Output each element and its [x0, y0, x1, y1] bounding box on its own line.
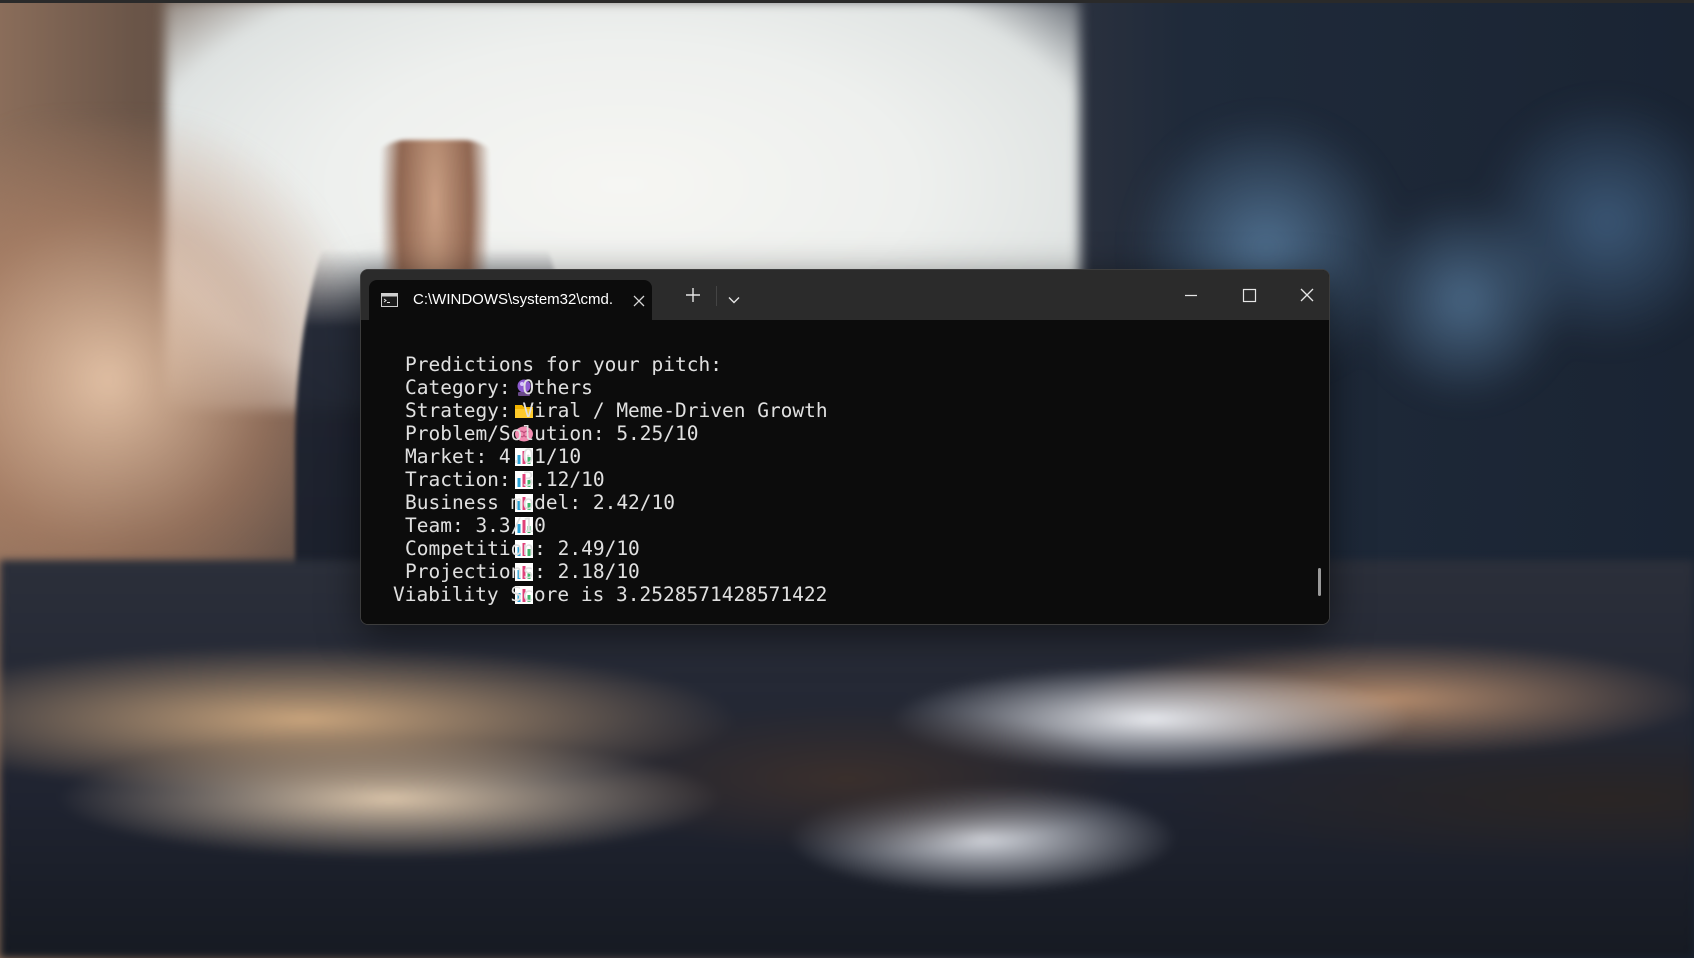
output-line-text: Market: 4.01/10	[405, 445, 582, 468]
output-line-text: Traction: 3.12/10	[405, 468, 605, 491]
folder-icon	[373, 378, 533, 418]
bar-chart-icon	[373, 562, 533, 604]
bar-chart-icon	[373, 424, 533, 466]
bar-chart-icon	[373, 493, 533, 535]
cmd-icon	[381, 292, 398, 307]
output-line-text: Business model: 2.42/10	[405, 491, 676, 514]
crystal-ball-icon	[373, 355, 531, 396]
tab-title: C:\WINDOWS\system32\cmd.	[413, 291, 614, 308]
viability-score-text: Viability Score is 3.2528571428571422	[393, 583, 828, 606]
output-line-text: Predictions for your pitch:	[405, 353, 722, 376]
output-line-text: Projections: 2.18/10	[405, 560, 640, 583]
bar-chart-icon	[373, 516, 533, 558]
title-bar-divider	[716, 286, 717, 306]
output-line: Business model: 2.42/10	[373, 491, 828, 535]
bar-chart-icon	[373, 470, 533, 512]
tab-close-icon[interactable]	[632, 293, 646, 307]
output-lines: Predictions for your pitch: Category: Ot…	[373, 353, 828, 606]
close-icon[interactable]	[1292, 283, 1322, 307]
chevron-down-icon[interactable]	[727, 290, 741, 304]
output-line-text: Competition: 2.49/10	[405, 537, 640, 560]
output-line: Competition: 2.49/10	[373, 537, 828, 581]
minimize-icon[interactable]	[1176, 283, 1206, 307]
bar-chart-icon	[373, 447, 533, 489]
output-line-score: Viability Score is 3.2528571428571422	[373, 583, 828, 606]
output-line-text: Problem/Solution: 5.25/10	[405, 422, 699, 445]
maximize-icon[interactable]	[1234, 283, 1264, 307]
output-line: Team: 3.3/10	[373, 514, 828, 558]
output-line: Strategy: Viral / Meme-Driven Growth	[373, 399, 828, 441]
bar-chart-icon	[373, 539, 533, 581]
output-line: Market: 4.01/10	[373, 445, 828, 489]
tab-cmd[interactable]: C:\WINDOWS\system32\cmd.	[369, 280, 652, 320]
output-line: Category: Others	[373, 376, 828, 418]
output-line: Problem/Solution: 5.25/10	[373, 422, 828, 466]
output-line-text: Team: 3.3/10	[405, 514, 546, 537]
brain-icon	[373, 401, 533, 441]
output-line: Traction: 3.12/10	[373, 468, 828, 512]
console-scrollbar[interactable]	[1318, 568, 1321, 596]
plus-icon[interactable]	[685, 287, 701, 303]
output-line-text: Strategy: Viral / Meme-Driven Growth	[405, 399, 828, 422]
title-bar[interactable]: C:\WINDOWS\system32\cmd.	[361, 270, 1329, 320]
console-output[interactable]: Predictions for your pitch: Category: Ot…	[361, 320, 1329, 624]
output-line: Predictions for your pitch:	[373, 353, 828, 396]
screen-top-edge	[0, 0, 1694, 3]
terminal-window: C:\WINDOWS\system32\cmd. Predictions for…	[360, 269, 1330, 625]
output-line: Projections: 2.18/10	[373, 560, 828, 604]
output-line-text: Category: Others	[405, 376, 593, 399]
desktop: C:\WINDOWS\system32\cmd. Predictions for…	[0, 0, 1694, 958]
